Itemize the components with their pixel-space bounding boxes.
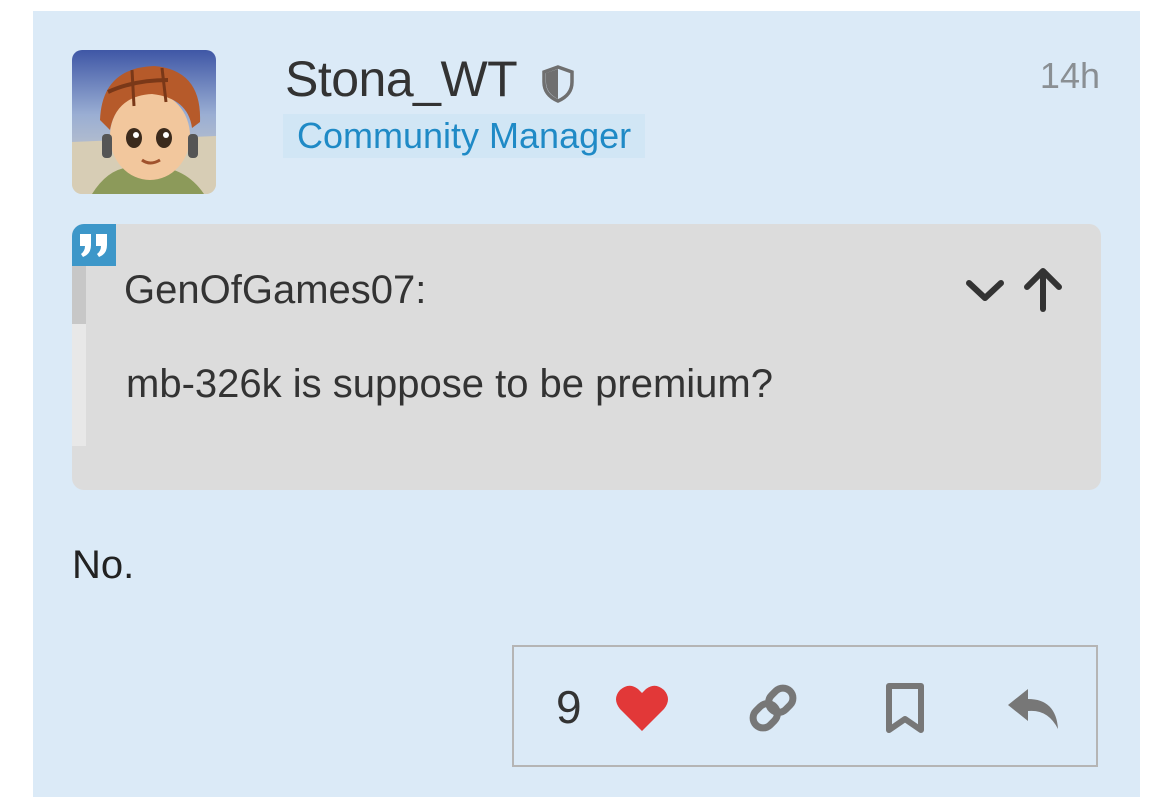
- quote-border-lower: [72, 324, 86, 446]
- heart-icon[interactable]: [614, 683, 670, 733]
- arrow-up-icon[interactable]: [1022, 266, 1064, 312]
- user-title-badge: Community Manager: [283, 114, 646, 158]
- quote-block: GenOfGames07: mb-326k is suppose to be p…: [72, 224, 1101, 490]
- avatar[interactable]: [72, 50, 216, 194]
- post-body: No.: [72, 543, 135, 587]
- link-icon[interactable]: [746, 681, 800, 735]
- chevron-down-icon[interactable]: [965, 270, 1005, 310]
- quote-text: mb-326k is suppose to be premium?: [126, 362, 773, 406]
- post-date[interactable]: 14h: [1040, 55, 1100, 97]
- shield-icon: [541, 65, 575, 103]
- post: Stona_WT Community Manager 14h GenOfGame…: [33, 11, 1140, 797]
- quote-border: [72, 264, 86, 324]
- post-actions: 9: [512, 645, 1098, 767]
- reply-icon[interactable]: [1006, 685, 1062, 733]
- quote-author: GenOfGames07:: [124, 268, 427, 312]
- username[interactable]: Stona_WT: [285, 49, 518, 109]
- quote-icon: [72, 224, 116, 266]
- like-count[interactable]: 9: [556, 680, 582, 734]
- bookmark-icon[interactable]: [884, 681, 926, 735]
